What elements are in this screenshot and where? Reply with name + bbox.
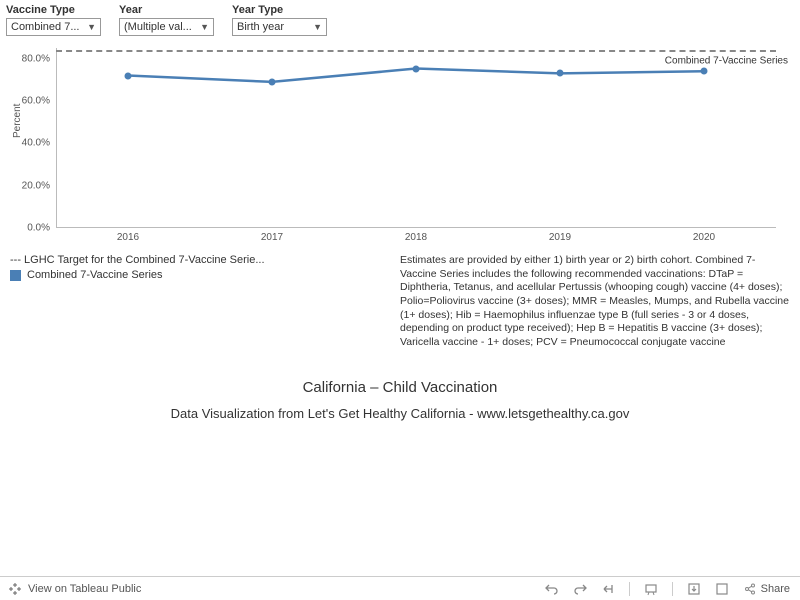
reset-icon[interactable]: [601, 582, 615, 596]
below-chart: --- LGHC Target for the Combined 7-Vacci…: [0, 250, 800, 353]
filter-label: Year Type: [232, 4, 327, 16]
y-tick: 40.0%: [10, 138, 50, 149]
line-series: [56, 48, 776, 228]
legend-target: --- LGHC Target for the Combined 7-Vacci…: [10, 254, 380, 266]
toolbar-separator: [629, 582, 630, 596]
share-icon: [743, 582, 757, 596]
filter-label: Year: [119, 4, 214, 16]
select-value: Birth year: [237, 21, 284, 33]
data-point[interactable]: [413, 65, 420, 72]
toolbar-right: Share: [535, 582, 800, 596]
chevron-down-icon: ▼: [200, 22, 209, 32]
year-select[interactable]: (Multiple val... ▼: [119, 18, 214, 36]
chart-area: Percent 0.0% 20.0% 40.0% 60.0% 80.0% Combine…: [10, 48, 790, 248]
filter-vaccine-type: Vaccine Type Combined 7... ▼: [6, 4, 101, 36]
year-type-select[interactable]: Birth year ▼: [232, 18, 327, 36]
chart: Percent 0.0% 20.0% 40.0% 60.0% 80.0% Combine…: [0, 40, 800, 250]
filter-year: Year (Multiple val... ▼: [119, 4, 214, 36]
legend-series: Combined 7-Vaccine Series: [10, 269, 380, 281]
y-tick: 20.0%: [10, 180, 50, 191]
series-label: Combined 7-Vaccine Series: [665, 56, 788, 67]
presentation-icon[interactable]: [644, 582, 658, 596]
y-tick: 0.0%: [10, 223, 50, 234]
legend-swatch-icon: [10, 270, 21, 281]
toolbar: View on Tableau Public Share: [0, 576, 800, 600]
data-point[interactable]: [557, 70, 564, 77]
y-tick: 80.0%: [10, 53, 50, 64]
page-title: California – Child Vaccination: [0, 379, 800, 396]
view-on-tableau-button[interactable]: View on Tableau Public: [0, 582, 149, 596]
undo-icon[interactable]: [545, 582, 559, 596]
data-point[interactable]: [701, 68, 708, 75]
description-text: Estimates are provided by either 1) birt…: [400, 254, 790, 349]
x-tick: 2016: [117, 232, 139, 243]
x-tick: 2018: [405, 232, 427, 243]
data-point[interactable]: [125, 72, 132, 79]
share-label: Share: [761, 583, 790, 595]
x-tick: 2020: [693, 232, 715, 243]
legend-target-text: --- LGHC Target for the Combined 7-Vacci…: [10, 254, 265, 266]
page-subtitle: Data Visualization from Let's Get Health…: [0, 406, 800, 421]
share-button[interactable]: Share: [743, 582, 790, 596]
select-value: Combined 7...: [11, 21, 79, 33]
select-value: (Multiple val...: [124, 21, 192, 33]
chevron-down-icon: ▼: [87, 22, 96, 32]
x-tick: 2019: [549, 232, 571, 243]
redo-icon[interactable]: [573, 582, 587, 596]
legend-series-text: Combined 7-Vaccine Series: [27, 269, 163, 281]
filter-label: Vaccine Type: [6, 4, 101, 16]
y-tick: 60.0%: [10, 95, 50, 106]
x-tick: 2017: [261, 232, 283, 243]
data-point[interactable]: [269, 78, 276, 85]
y-axis-label: Percent: [12, 104, 23, 138]
tableau-logo-icon: [8, 582, 22, 596]
chevron-down-icon: ▼: [313, 22, 322, 32]
toolbar-separator: [672, 582, 673, 596]
vaccine-type-select[interactable]: Combined 7... ▼: [6, 18, 101, 36]
filter-bar: Vaccine Type Combined 7... ▼ Year (Multi…: [0, 0, 800, 40]
legend: --- LGHC Target for the Combined 7-Vacci…: [10, 254, 380, 349]
titles: California – Child Vaccination Data Visu…: [0, 379, 800, 421]
fullscreen-icon[interactable]: [715, 582, 729, 596]
view-label: View on Tableau Public: [28, 583, 141, 595]
download-icon[interactable]: [687, 582, 701, 596]
filter-year-type: Year Type Birth year ▼: [232, 4, 327, 36]
